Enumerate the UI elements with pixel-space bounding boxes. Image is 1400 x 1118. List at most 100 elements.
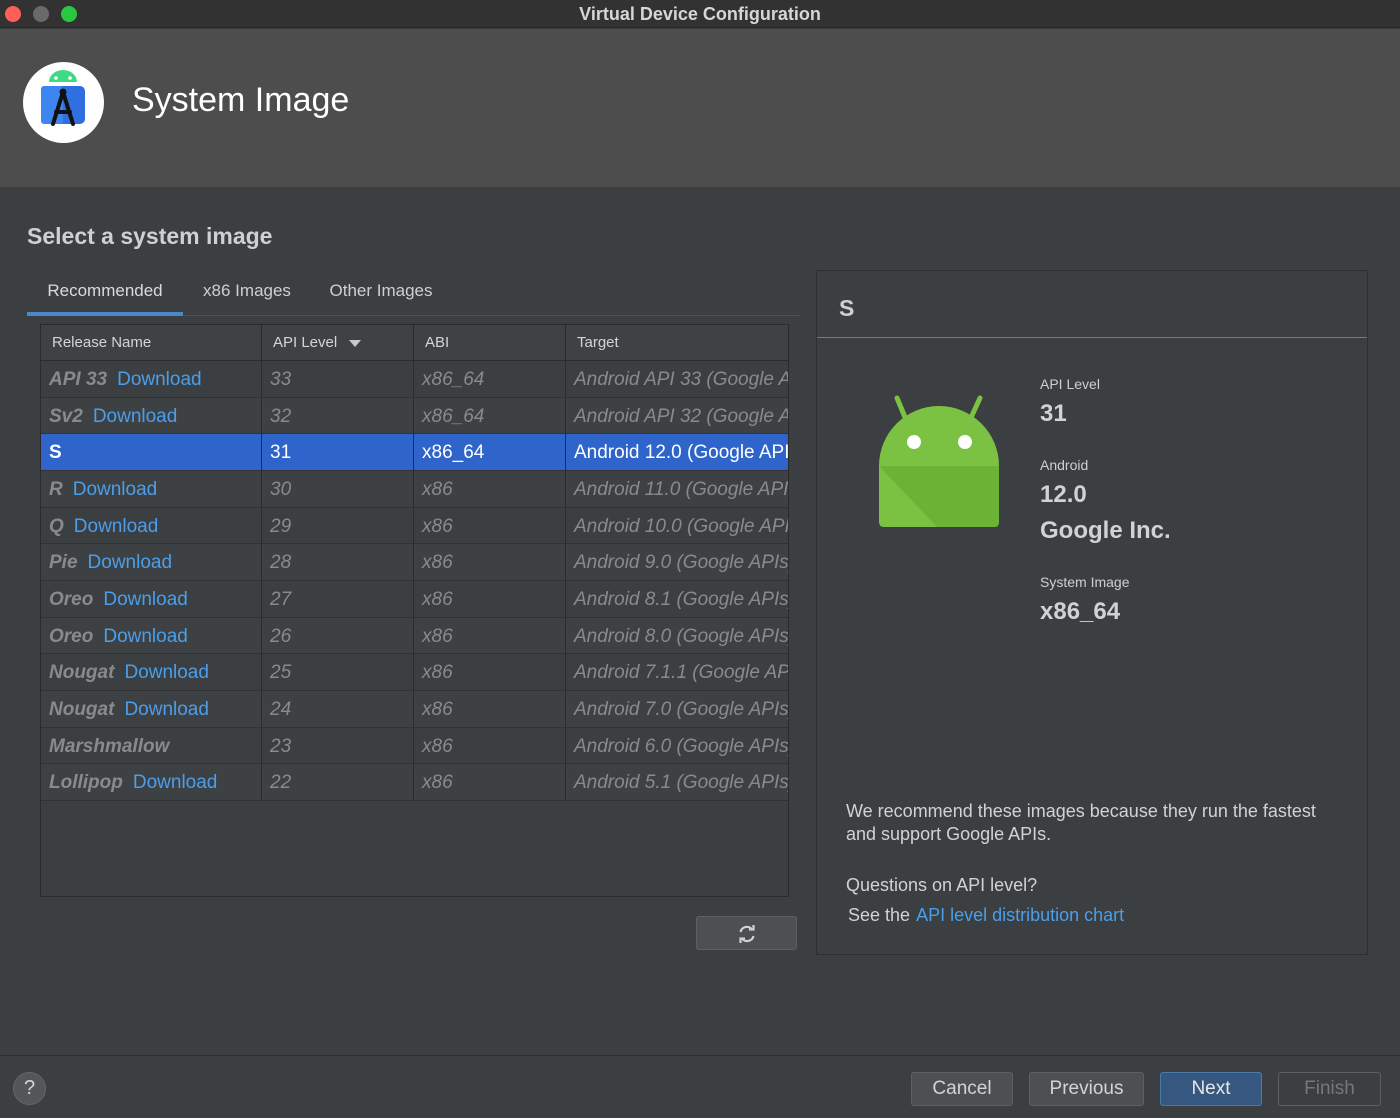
api-level-cell: 26 — [262, 617, 414, 654]
download-link[interactable]: Download — [73, 479, 158, 500]
system-image-value: x86_64 — [1040, 598, 1121, 625]
release-name: Lollipop — [49, 772, 123, 794]
abi-cell: x86 — [414, 507, 566, 544]
download-link[interactable]: Download — [93, 406, 178, 427]
android-robot-icon — [877, 394, 1001, 534]
abi-cell: x86_64 — [414, 434, 566, 471]
release-name: Nougat — [49, 662, 115, 684]
api-level-cell: 33 — [262, 361, 414, 397]
target-cell: Android 6.0 (Google APIs) — [574, 735, 788, 757]
release-name-cell: Oreo Download — [41, 580, 262, 617]
see-the-text: See the API level distribution chart — [848, 905, 1125, 925]
abi-cell: x86 — [414, 470, 566, 507]
release-name-cell: Nougat Download — [41, 654, 262, 691]
window-title: Virtual Device Configuration — [579, 4, 821, 24]
table-row[interactable]: Q Download 29 x86 Android 10.0 (Google APIs) — [41, 507, 788, 545]
release-name-cell: Oreo Download — [41, 617, 262, 654]
tab-recommended[interactable]: Recommended — [27, 270, 183, 316]
table-body: API 33 Download 33 x86_64 Android API 33 (Go… — [41, 361, 788, 801]
abi-cell: x86 — [414, 580, 566, 617]
release-name-cell: Nougat Download — [41, 690, 262, 727]
target-cell: Android API 32 (Google APIs) — [574, 405, 788, 427]
release-name: Q — [49, 515, 64, 537]
api-level-cell: 28 — [262, 544, 414, 581]
table-row[interactable]: Nougat Download 24 x86 Android 7.0 (Google A… — [41, 690, 788, 728]
release-name-cell: Lollipop Download — [41, 764, 262, 801]
column-header-abi[interactable]: ABI — [414, 325, 566, 361]
download-link[interactable]: Download — [124, 699, 209, 720]
release-name-cell: S — [41, 434, 262, 471]
download-link[interactable]: Download — [103, 626, 188, 647]
api-level-cell: 25 — [262, 654, 414, 691]
table-header: Release Name API Level ABI Target — [41, 325, 788, 361]
release-name: Oreo — [49, 588, 94, 610]
table-row[interactable]: R Download 30 x86 Android 11.0 (Google APIs) — [41, 470, 788, 508]
download-link[interactable]: Download — [133, 772, 218, 793]
download-link[interactable]: Download — [88, 552, 173, 573]
download-link[interactable]: Download — [74, 516, 159, 537]
release-name: Oreo — [49, 625, 94, 647]
api-level-cell: 23 — [262, 727, 414, 764]
target-cell: Android 9.0 (Google APIs) — [574, 552, 788, 574]
table-row[interactable]: Nougat Download 25 x86 Android 7.1.1 (Google… — [41, 654, 788, 691]
target-cell: Android 10.0 (Google APIs) — [574, 515, 788, 537]
sort-descending-icon — [349, 339, 362, 347]
api-level-cell: 30 — [262, 470, 414, 507]
release-name-cell: API 33 Download — [41, 361, 262, 397]
previous-button[interactable]: Previous — [1029, 1072, 1144, 1106]
table-row[interactable]: Marshmallow 23 x86 Android 6.0 (Google APIs… — [41, 727, 788, 765]
abi-cell: x86 — [414, 617, 566, 654]
image-tabs: Recommended x86 Images Other Images — [27, 270, 801, 316]
api-level-distribution-link[interactable]: API level distribution chart — [916, 905, 1124, 925]
finish-button[interactable]: Finish — [1278, 1072, 1381, 1106]
api-level-cell: 29 — [262, 507, 414, 544]
questions-text: Questions on API level? — [846, 875, 1038, 895]
android-studio-logo-icon — [23, 62, 104, 143]
tab-x86-images[interactable]: x86 Images — [193, 270, 301, 316]
abi-cell: x86_64 — [414, 397, 566, 434]
target-cell: Android API 33 (Google APIs) — [574, 369, 788, 390]
download-link[interactable]: Download — [103, 589, 188, 610]
help-button[interactable]: ? — [13, 1072, 46, 1105]
api-level-cell: 27 — [262, 580, 414, 617]
refresh-icon — [739, 925, 755, 943]
release-name: Nougat — [49, 698, 115, 720]
table-row[interactable]: Oreo Download 26 x86 Android 8.0 (Google API… — [41, 617, 788, 655]
api-level-value: 31 — [1040, 400, 1067, 427]
next-button[interactable]: Next — [1160, 1072, 1262, 1106]
cancel-button[interactable]: Cancel — [911, 1072, 1013, 1106]
table-row[interactable]: API 33 Download 33 x86_64 Android API 33 (Go… — [41, 361, 788, 398]
android-label: Android — [1040, 457, 1089, 473]
table-row[interactable]: Oreo Download 27 x86 Android 8.1 (Google API… — [41, 580, 788, 618]
api-level-cell: 31 — [262, 434, 414, 471]
tab-other-images[interactable]: Other Images — [321, 270, 441, 316]
column-header-release-name[interactable]: Release Name — [41, 325, 262, 361]
target-cell: Android 11.0 (Google APIs) — [574, 478, 788, 500]
download-link[interactable]: Download — [124, 662, 209, 683]
download-link[interactable]: Download — [117, 369, 202, 390]
api-level-label: API Level — [1040, 376, 1100, 392]
target-cell: Android 8.0 (Google APIs) — [574, 625, 788, 647]
vendor-value: Google Inc. — [1040, 517, 1171, 544]
release-name: S — [49, 442, 62, 464]
target-cell: Android 7.1.1 (Google APIs) — [574, 662, 788, 684]
abi-cell: x86 — [414, 764, 566, 801]
table-row[interactable]: Lollipop Download 22 x86 Android 5.1 (Google… — [41, 764, 788, 801]
refresh-button[interactable] — [696, 916, 797, 950]
table-row[interactable]: S 31 x86_64 Android 12.0 (Google APIs) — [41, 434, 788, 471]
abi-cell: x86 — [414, 690, 566, 727]
release-name-cell: Sv2 Download — [41, 397, 262, 434]
column-header-api-level[interactable]: API Level — [262, 325, 414, 361]
table-row[interactable]: Sv2 Download 32 x86_64 Android API 32 (Googl… — [41, 397, 788, 435]
release-name-cell: R Download — [41, 470, 262, 507]
android-version-value: 12.0 — [1040, 481, 1087, 508]
target-cell: Android 7.0 (Google APIs) — [574, 698, 788, 720]
abi-cell: x86 — [414, 654, 566, 691]
release-name: R — [49, 478, 63, 500]
api-level-cell: 24 — [262, 690, 414, 727]
title-bar: Virtual Device Configuration — [0, 0, 1400, 28]
table-row[interactable]: Pie Download 28 x86 Android 9.0 (Google APIs… — [41, 544, 788, 581]
selected-image-name: S — [839, 295, 855, 321]
system-image-table: Release Name API Level ABI Target API 33… — [40, 324, 789, 897]
column-header-target[interactable]: Target — [566, 325, 788, 361]
